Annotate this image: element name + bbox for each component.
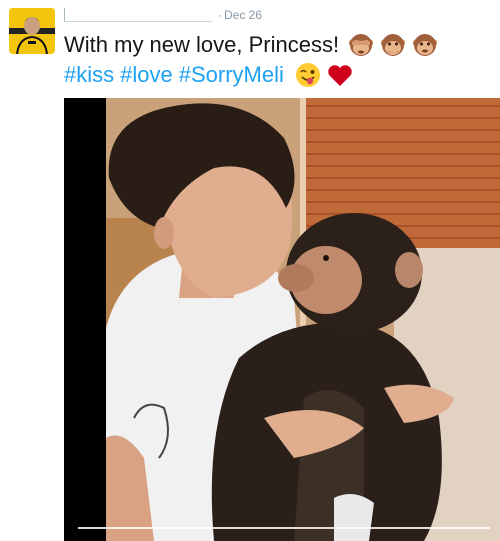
see-no-evil-monkey-icon (379, 31, 407, 59)
see-no-evil-monkey-icon (411, 31, 439, 59)
winking-face-tongue-icon (294, 61, 322, 89)
hashtag-sorrymeli[interactable]: #SorryMeli (179, 60, 284, 90)
video-progress-bar[interactable] (78, 527, 490, 529)
user-name-redacted[interactable] (64, 8, 212, 22)
tweet-header: · Dec 26 (64, 6, 262, 24)
red-heart-icon (326, 61, 354, 89)
tweet-text-line-2: #kiss #love #SorryMeli (64, 60, 494, 90)
tweet-message: With my new love, Princess! (64, 32, 340, 57)
tweet-date[interactable]: Dec 26 (224, 8, 262, 22)
tweet-card[interactable]: · Dec 26 With my new love, Princess! #ki… (0, 0, 500, 541)
hashtag-kiss[interactable]: #kiss (64, 60, 114, 90)
date-separator: · (218, 8, 222, 22)
video-player[interactable] (64, 98, 500, 541)
see-no-evil-monkey-icon (347, 31, 375, 59)
avatar[interactable] (9, 8, 55, 54)
hashtag-love[interactable]: #love (120, 60, 173, 90)
tweet-text-line-1: With my new love, Princess! (64, 30, 494, 60)
tweet-text: With my new love, Princess! #kiss #love … (64, 30, 494, 90)
